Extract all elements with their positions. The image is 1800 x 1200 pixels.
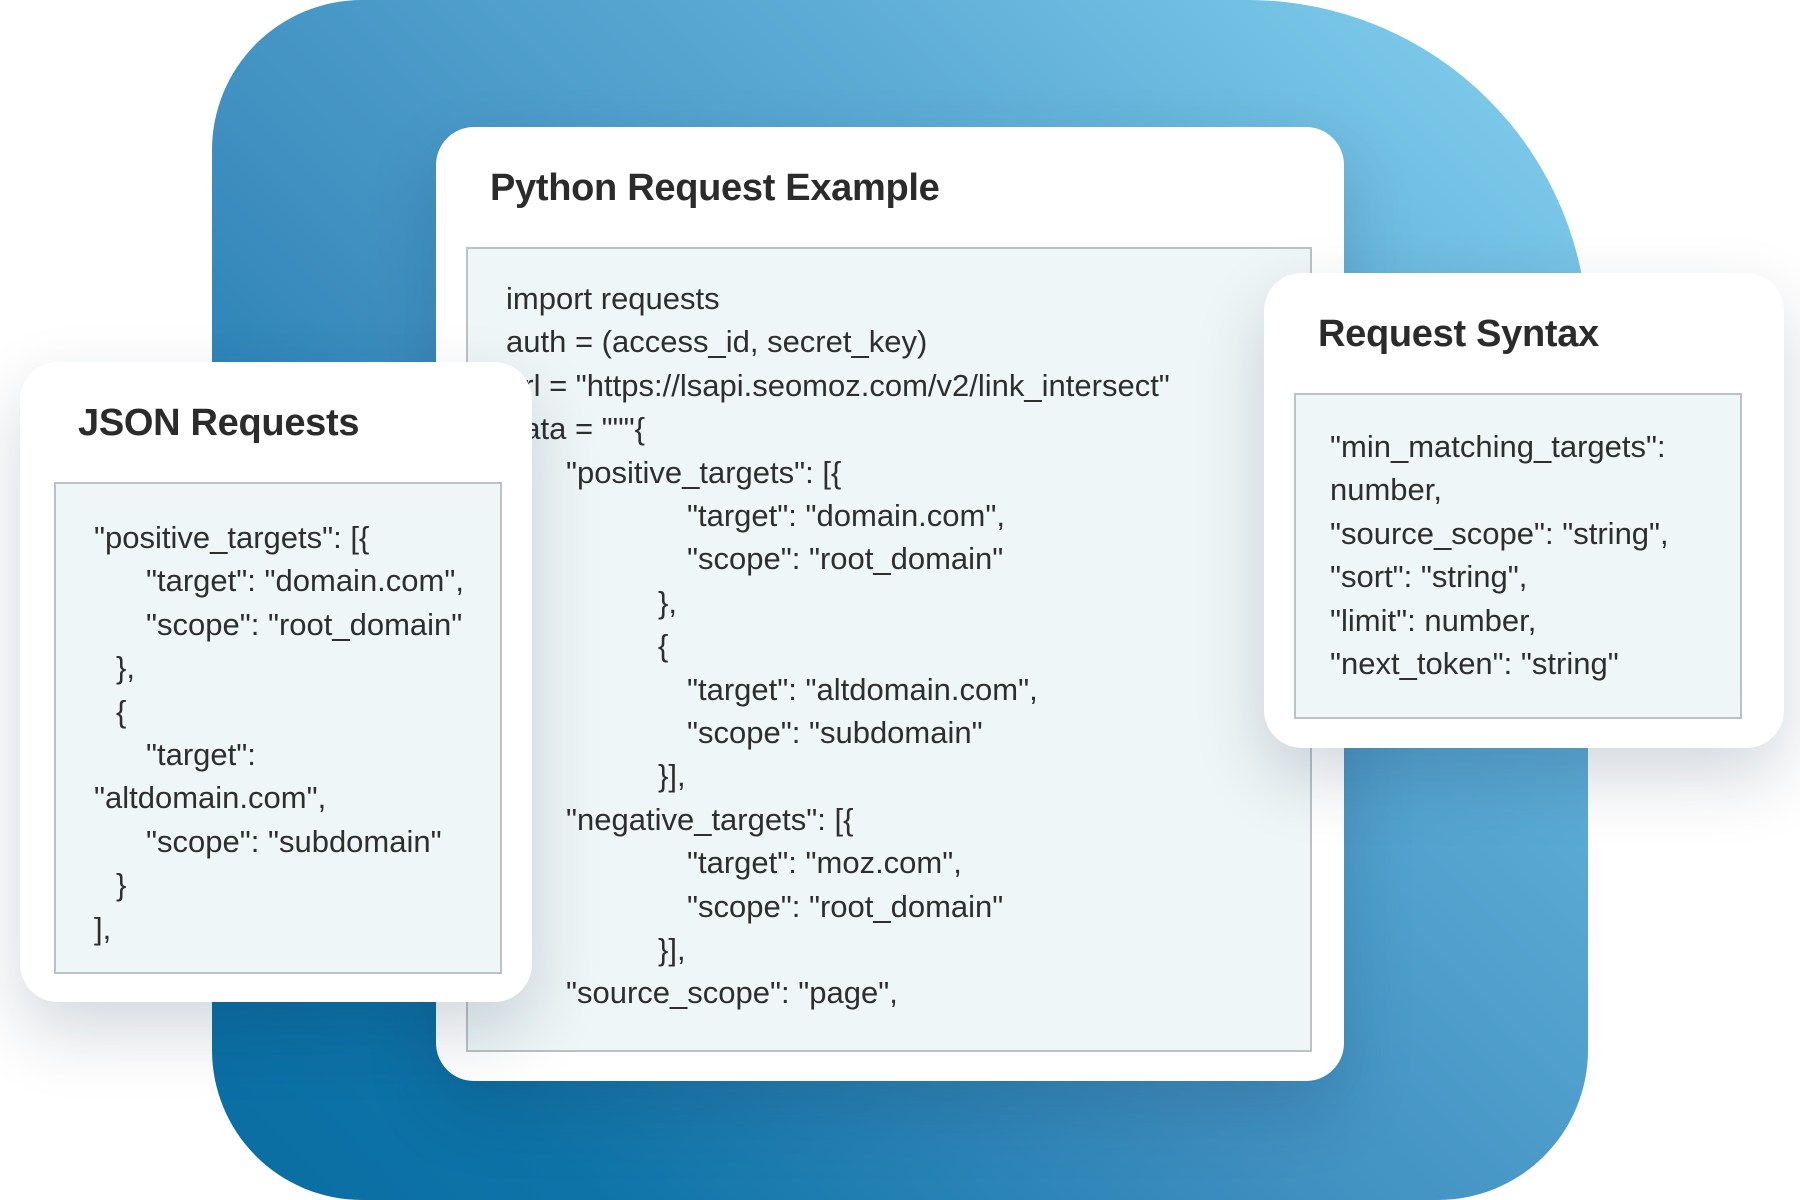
code-line: "scope": "subdomain" <box>146 824 442 859</box>
syntax-code-block: "min_matching_targets": number, "source_… <box>1294 393 1742 719</box>
code-line: "target": "altdomain.com", <box>687 672 1038 707</box>
illustration-stage: Python Request Example import requests a… <box>0 0 1800 1200</box>
code-line: "scope": "root_domain" <box>146 607 463 642</box>
code-line: "positive_targets": [{ <box>566 455 842 490</box>
code-line: }, <box>116 650 135 685</box>
code-line: "sort": "string", <box>1330 559 1528 594</box>
code-line: url = "https://lsapi.seomoz.com/v2/link_… <box>506 368 1170 403</box>
code-line: "altdomain.com", <box>94 780 327 815</box>
request-syntax-card: Request Syntax "min_matching_targets": n… <box>1264 273 1784 748</box>
code-line: { <box>116 694 127 729</box>
python-code-block: import requests auth = (access_id, secre… <box>466 247 1312 1052</box>
code-line: }], <box>658 932 686 967</box>
code-line: }, <box>658 585 677 620</box>
code-line: "target": <box>146 737 256 772</box>
python-card-title: Python Request Example <box>490 167 940 209</box>
python-request-card: Python Request Example import requests a… <box>436 127 1344 1081</box>
code-line: "source_scope": "string", <box>1330 516 1669 551</box>
code-line: "min_matching_targets": <box>1330 429 1666 464</box>
code-line: "source_scope": "page", <box>566 975 898 1010</box>
syntax-card-title: Request Syntax <box>1318 313 1599 355</box>
code-line: }], <box>658 758 686 793</box>
code-line: auth = (access_id, secret_key) <box>506 324 928 359</box>
code-line: "target": "domain.com", <box>146 563 464 598</box>
code-line: "positive_targets": [{ <box>94 520 370 555</box>
code-line: "scope": "root_domain" <box>687 889 1004 924</box>
code-line: number, <box>1330 472 1443 507</box>
code-line: "negative_targets": [{ <box>566 802 854 837</box>
code-line: "scope": "root_domain" <box>687 541 1004 576</box>
json-requests-card: JSON Requests "positive_targets": [{ "ta… <box>20 362 532 1002</box>
code-line: } <box>116 867 127 902</box>
json-code-block: "positive_targets": [{ "target": "domain… <box>54 482 502 974</box>
code-line: "next_token": "string" <box>1330 646 1619 681</box>
code-line: "target": "domain.com", <box>687 498 1005 533</box>
code-line: "scope": "subdomain" <box>687 715 983 750</box>
code-line: import requests <box>506 281 720 316</box>
code-line: { <box>658 628 669 663</box>
code-line: ], <box>94 911 112 946</box>
code-line: "target": "moz.com", <box>687 845 962 880</box>
json-card-title: JSON Requests <box>78 402 360 444</box>
code-line: "limit": number, <box>1330 603 1537 638</box>
